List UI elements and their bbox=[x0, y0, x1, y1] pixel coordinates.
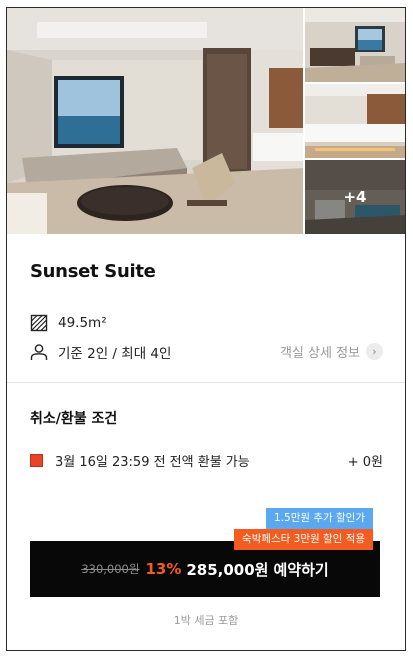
room-title: Sunset Suite bbox=[30, 261, 156, 282]
refund-amount: + 0원 bbox=[347, 455, 383, 470]
room-area: 49.5m² bbox=[58, 315, 107, 331]
section-divider bbox=[7, 382, 405, 383]
refund-condition: 3월 16일 23:59 전 전액 환불 가능 bbox=[55, 455, 250, 470]
room-area-row: 49.5m² bbox=[30, 314, 107, 332]
discount-rate: 13% bbox=[145, 560, 182, 578]
extra-discount-badge: 1.5만원 추가 할인가 bbox=[266, 508, 373, 529]
person-icon bbox=[30, 343, 48, 361]
photo-gallery: +4 bbox=[7, 8, 405, 234]
refund-status-square bbox=[30, 454, 43, 467]
room-capacity-row: 기준 2인 / 최대 4인 bbox=[30, 342, 171, 362]
thumbnail-photo-1[interactable] bbox=[305, 8, 405, 82]
area-icon bbox=[30, 314, 48, 332]
book-label: 예약하기 bbox=[273, 560, 329, 579]
room-detail-link[interactable]: 객실 상세 정보 › bbox=[280, 342, 383, 361]
room-card: +4 Sunset Suite 49.5m² 기준 2인 / 최대 4인 객실 bbox=[6, 7, 406, 651]
original-price: 330,000원 bbox=[81, 562, 140, 576]
sale-price: 285,000원 bbox=[186, 560, 269, 579]
refund-condition-row: 3월 16일 23:59 전 전액 환불 가능 + 0원 bbox=[30, 451, 383, 470]
refund-section-title: 취소/환불 조건 bbox=[30, 411, 118, 427]
thumbnail-photo-3[interactable]: +4 bbox=[305, 160, 405, 234]
thumbnail-photo-2[interactable] bbox=[305, 84, 405, 158]
festa-discount-badge: 숙박페스타 3만원 할인 적용 bbox=[234, 529, 373, 550]
room-capacity: 기준 2인 / 최대 4인 bbox=[58, 346, 172, 362]
tax-note: 1박 세금 포함 bbox=[173, 614, 239, 627]
chevron-right-icon: › bbox=[366, 343, 383, 360]
main-room-photo[interactable] bbox=[7, 8, 303, 234]
more-photos-count[interactable]: +4 bbox=[305, 160, 405, 234]
room-detail-label: 객실 상세 정보 bbox=[279, 346, 360, 361]
